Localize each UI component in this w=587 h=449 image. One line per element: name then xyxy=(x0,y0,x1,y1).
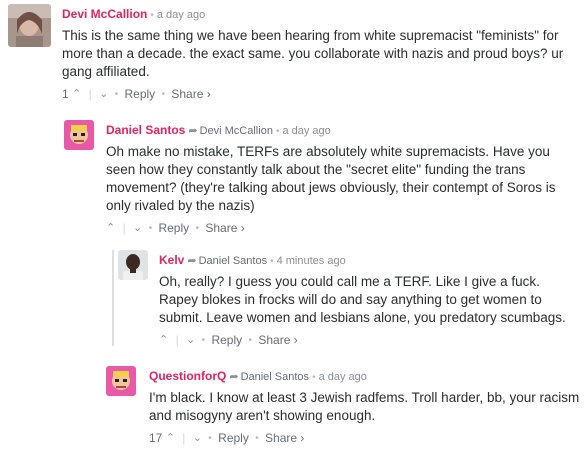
author-name[interactable]: QuestionforQ xyxy=(149,369,226,383)
divider: | xyxy=(88,87,92,102)
downvote-icon[interactable]: ⌄ xyxy=(99,87,108,102)
separator-dot: • xyxy=(148,223,153,235)
separator-dot: • xyxy=(195,223,199,235)
separator-dot: • xyxy=(208,433,212,445)
comment-footer: ⌃ | ⌄ • Reply • Share › xyxy=(159,333,579,348)
divider: | xyxy=(122,221,126,236)
reply-arrow-icon: ➦ xyxy=(187,255,197,267)
comment-header: Daniel Santos ➦ Devi McCallion • a day ago xyxy=(106,123,576,139)
avatar[interactable] xyxy=(118,250,148,280)
reply-arrow-icon: ➦ xyxy=(188,125,198,137)
reply-arrow-icon: ➦ xyxy=(229,371,239,383)
comment-text: I'm black. I know at least 3 Jewish radf… xyxy=(149,390,580,423)
separator-dot: • xyxy=(161,89,166,101)
separator-dot: • xyxy=(114,89,119,101)
author-name[interactable]: Daniel Santos xyxy=(106,123,185,137)
comment-footer: 17 ⌃ | ⌄ • Reply • Share › xyxy=(149,431,581,446)
separator-dot: • xyxy=(275,126,280,137)
comment-header: Devi McCallion • a day ago xyxy=(62,7,572,23)
downvote-icon[interactable]: ⌄ xyxy=(186,333,195,348)
parent-author[interactable]: Devi McCallion xyxy=(200,125,273,137)
vote-count: 17 xyxy=(149,431,163,446)
reply-button[interactable]: Reply xyxy=(218,431,249,446)
author-name[interactable]: Kelv xyxy=(159,253,184,267)
comment-text: This is the same thing we have been hear… xyxy=(62,28,564,79)
upvote-icon[interactable]: ⌃ xyxy=(106,221,115,236)
thread-line xyxy=(112,250,114,346)
vote-count: 1 xyxy=(62,87,69,102)
divider: | xyxy=(182,431,186,446)
timestamp[interactable]: a day ago xyxy=(319,371,367,383)
reply-button[interactable]: Reply xyxy=(124,87,155,102)
parent-author[interactable]: Daniel Santos xyxy=(241,371,310,383)
comment-header: Kelv ➦ Daniel Santos • 4 minutes ago xyxy=(159,253,579,269)
upvote-icon[interactable]: ⌃ xyxy=(72,87,81,102)
avatar[interactable] xyxy=(64,120,94,150)
comment-footer: ⌃ | ⌄ • Reply • Share › xyxy=(106,221,576,236)
separator-dot: • xyxy=(312,372,316,383)
timestamp[interactable]: a day ago xyxy=(157,9,205,21)
downvote-icon[interactable]: ⌄ xyxy=(193,431,202,446)
comment-text: Oh make no mistake, TERFs are absolutely… xyxy=(106,144,556,213)
timestamp[interactable]: a day ago xyxy=(282,125,330,137)
reply-button[interactable]: Reply xyxy=(211,333,242,348)
comment-text: Oh, really? I guess you could call me a … xyxy=(159,274,566,325)
share-button[interactable]: Share › xyxy=(171,87,210,102)
upvote-icon[interactable]: ⌃ xyxy=(159,333,168,348)
separator-dot: • xyxy=(270,256,274,267)
avatar[interactable] xyxy=(8,4,51,47)
comment-footer: 1 ⌃ | ⌄ • Reply • Share › xyxy=(62,87,572,102)
share-button[interactable]: Share › xyxy=(258,333,297,348)
parent-author[interactable]: Daniel Santos xyxy=(199,255,268,267)
downvote-icon[interactable]: ⌄ xyxy=(133,221,142,236)
reply-button[interactable]: Reply xyxy=(158,221,189,236)
author-name[interactable]: Devi McCallion xyxy=(62,7,147,21)
share-button[interactable]: Share › xyxy=(265,431,304,446)
separator-dot: • xyxy=(150,10,154,21)
timestamp[interactable]: 4 minutes ago xyxy=(277,255,346,267)
separator-dot: • xyxy=(248,335,252,347)
separator-dot: • xyxy=(255,433,259,445)
separator-dot: • xyxy=(201,335,206,347)
share-button[interactable]: Share › xyxy=(205,221,244,236)
upvote-icon[interactable]: ⌃ xyxy=(166,431,175,446)
avatar[interactable] xyxy=(106,366,136,396)
divider: | xyxy=(175,333,179,348)
comment-header: QuestionforQ ➦ Daniel Santos • a day ago xyxy=(149,369,581,385)
